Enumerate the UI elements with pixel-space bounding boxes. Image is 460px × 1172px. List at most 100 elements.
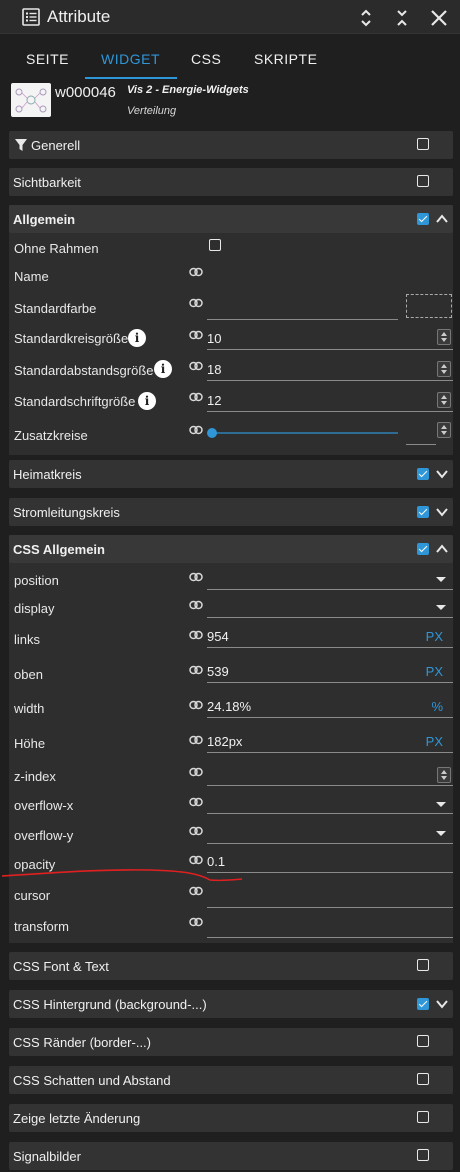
number-stepper[interactable] [437, 422, 451, 438]
expand-icon[interactable] [355, 7, 377, 29]
link-icon[interactable] [189, 361, 203, 371]
overflow-x-select[interactable] [207, 790, 453, 814]
number-stepper[interactable] [437, 361, 451, 377]
color-swatch[interactable] [406, 294, 452, 318]
link-icon[interactable] [189, 917, 203, 927]
link-icon[interactable] [189, 330, 203, 340]
chevron-down-icon[interactable] [436, 831, 446, 836]
position-select[interactable] [207, 566, 453, 590]
unit-selector[interactable]: PX [426, 664, 443, 679]
overflow-y-select[interactable] [207, 820, 453, 844]
number-stepper[interactable] [437, 767, 451, 783]
width-label: width [14, 701, 45, 716]
zindex-field[interactable] [207, 762, 453, 786]
display-select[interactable] [207, 594, 453, 618]
tab-skripte[interactable]: SKRIPTE [254, 51, 317, 67]
link-icon[interactable] [189, 855, 203, 865]
schriftgroesse-label: Standardschriftgröße [14, 394, 136, 409]
chevron-down-icon[interactable] [436, 468, 448, 480]
link-icon[interactable] [189, 425, 203, 435]
section-css-schatten[interactable]: CSS Schatten und Abstand [9, 1066, 453, 1094]
link-icon[interactable] [189, 267, 203, 277]
chevron-down-icon[interactable] [436, 605, 446, 610]
info-icon[interactable]: i [138, 392, 156, 410]
width-field[interactable]: 24.18% % [207, 694, 453, 718]
zusatzkreise-slider-track[interactable] [212, 432, 398, 434]
section-checkbox[interactable] [417, 1149, 429, 1161]
section-checkbox[interactable] [417, 998, 429, 1010]
link-icon[interactable] [189, 886, 203, 896]
kreisgroesse-label: Standardkreisgröße [14, 331, 129, 346]
link-icon[interactable] [189, 298, 203, 308]
kreisgroesse-field[interactable]: 10 [207, 326, 453, 350]
unit-selector[interactable]: PX [426, 629, 443, 644]
section-checkbox[interactable] [417, 1035, 429, 1047]
link-icon[interactable] [189, 572, 203, 582]
link-icon[interactable] [189, 600, 203, 610]
hoehe-field[interactable]: 182px PX [207, 729, 453, 753]
section-allgemein[interactable]: Allgemein [9, 205, 453, 233]
section-stromleitungskreis[interactable]: Stromleitungskreis [9, 498, 453, 526]
section-label: Signalbilder [13, 1149, 81, 1164]
section-checkbox[interactable] [417, 543, 429, 555]
cursor-field[interactable] [207, 884, 453, 908]
chevron-down-icon[interactable] [436, 506, 448, 518]
section-signalbilder[interactable]: Signalbilder [9, 1142, 453, 1170]
standardfarbe-field[interactable] [207, 296, 398, 320]
link-icon[interactable] [189, 700, 203, 710]
unit-selector[interactable]: PX [426, 734, 443, 749]
section-css-hintergrund[interactable]: CSS Hintergrund (background-...) [9, 990, 453, 1018]
chevron-down-icon[interactable] [436, 577, 446, 582]
section-css-allgemein[interactable]: CSS Allgemein [9, 535, 453, 563]
chevron-down-icon[interactable] [436, 998, 448, 1010]
schriftgroesse-field[interactable]: 12 [207, 388, 453, 412]
links-field[interactable]: 954 PX [207, 624, 453, 648]
link-icon[interactable] [189, 735, 203, 745]
info-icon[interactable]: i [128, 329, 146, 347]
section-css-font-text[interactable]: CSS Font & Text [9, 952, 453, 980]
link-icon[interactable] [189, 767, 203, 777]
unit-selector[interactable]: % [431, 699, 443, 714]
link-icon[interactable] [189, 826, 203, 836]
abstandsgroesse-field[interactable]: 18 [207, 357, 453, 381]
zusatzkreise-label: Zusatzkreise [14, 428, 88, 443]
tab-css[interactable]: CSS [191, 51, 221, 67]
section-letzte-aenderung[interactable]: Zeige letzte Änderung [9, 1104, 453, 1132]
link-icon[interactable] [189, 665, 203, 675]
section-css-raender[interactable]: CSS Ränder (border-...) [9, 1028, 453, 1056]
section-label: Sichtbarkeit [13, 175, 81, 190]
section-checkbox[interactable] [417, 1073, 429, 1085]
oben-field[interactable]: 539 PX [207, 659, 453, 683]
oben-label: oben [14, 667, 43, 682]
section-checkbox[interactable] [417, 468, 429, 480]
section-generell[interactable]: Generell [9, 131, 453, 159]
tab-seite[interactable]: SEITE [26, 51, 69, 67]
tab-widget[interactable]: WIDGET [101, 51, 160, 67]
transform-field[interactable] [207, 914, 453, 938]
info-icon[interactable]: i [154, 360, 172, 378]
number-stepper[interactable] [437, 329, 451, 345]
section-sichtbarkeit[interactable]: Sichtbarkeit [9, 168, 453, 196]
zusatzkreise-field[interactable] [406, 444, 436, 445]
hoehe-value: 182px [207, 734, 243, 749]
name-field[interactable] [207, 260, 443, 284]
section-heimatkreis[interactable]: Heimatkreis [9, 460, 453, 488]
zusatzkreise-slider-thumb[interactable] [207, 428, 217, 438]
link-icon[interactable] [189, 630, 203, 640]
number-stepper[interactable] [437, 392, 451, 408]
ohne-rahmen-checkbox[interactable] [209, 239, 221, 251]
section-checkbox[interactable] [417, 213, 429, 225]
chevron-up-icon[interactable] [436, 213, 448, 225]
link-icon[interactable] [189, 797, 203, 807]
section-checkbox[interactable] [417, 506, 429, 518]
link-icon[interactable] [189, 392, 203, 402]
collapse-icon[interactable] [391, 7, 413, 29]
transform-label: transform [14, 919, 69, 934]
chevron-down-icon[interactable] [436, 802, 446, 807]
close-icon[interactable] [428, 7, 450, 29]
section-checkbox[interactable] [417, 959, 429, 971]
section-checkbox[interactable] [417, 1111, 429, 1123]
chevron-up-icon[interactable] [436, 543, 448, 555]
section-checkbox[interactable] [417, 175, 429, 187]
section-checkbox[interactable] [417, 138, 429, 150]
